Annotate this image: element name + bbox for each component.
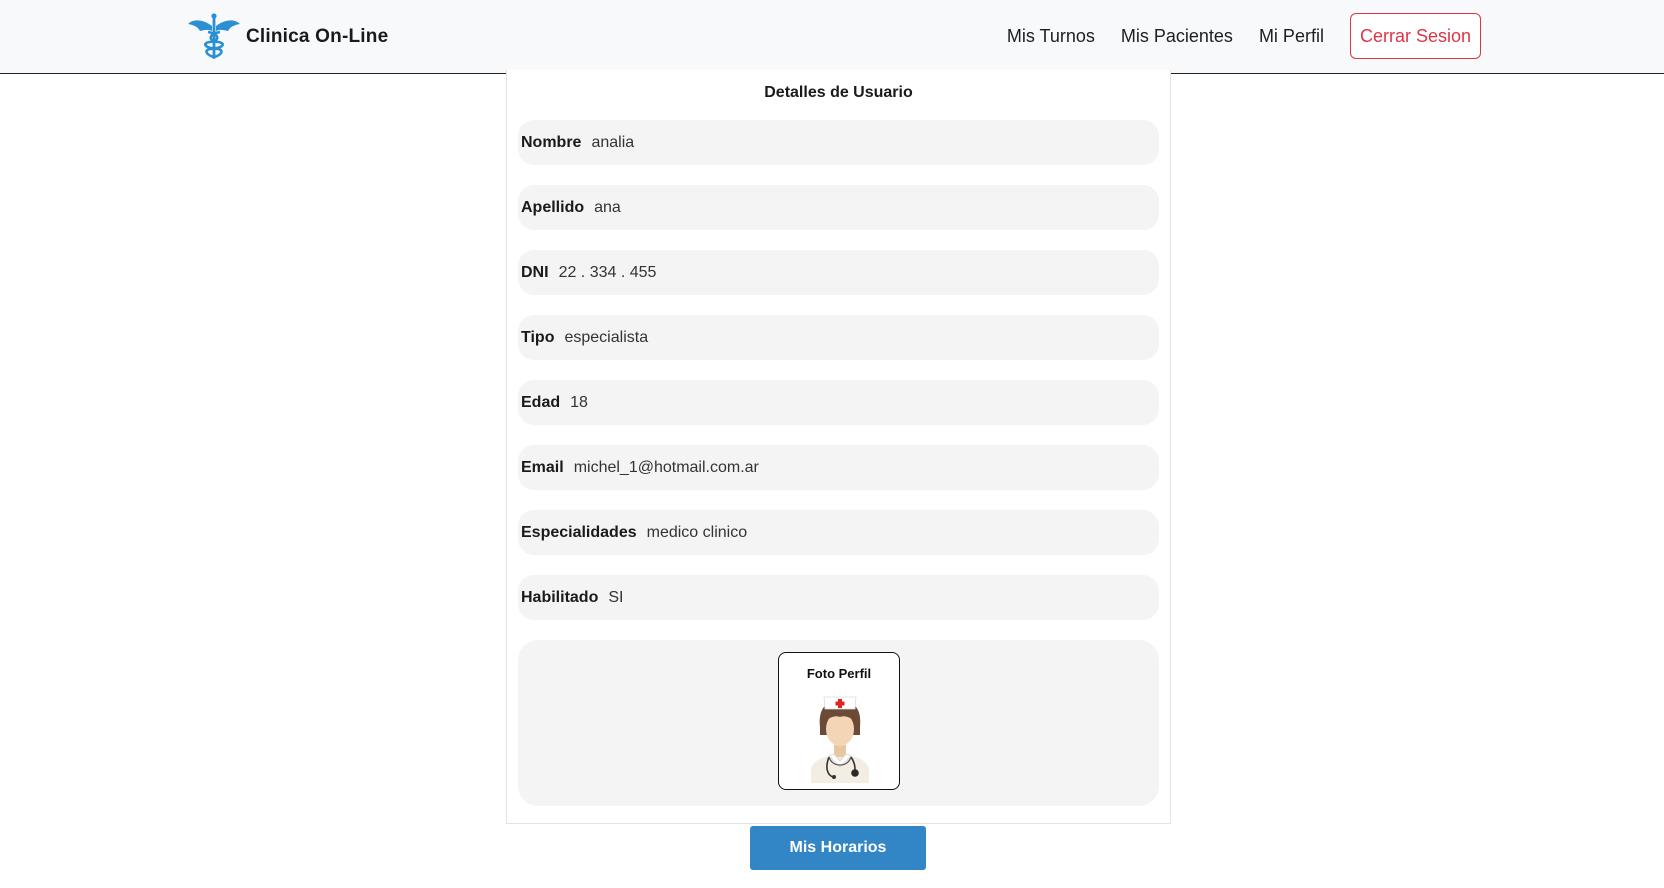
nav-link-mis-turnos[interactable]: Mis Turnos — [1007, 26, 1095, 47]
field-label: Nombre — [521, 133, 582, 151]
nav-link-mi-perfil[interactable]: Mi Perfil — [1259, 26, 1324, 47]
field-value: michel_1@hotmail.com.ar — [573, 458, 759, 476]
user-details-card: Detalles de Usuario Nombre analia Apelli… — [506, 70, 1171, 824]
field-apellido: Apellido ana — [518, 185, 1159, 230]
nav-links: Mis Turnos Mis Pacientes Mi Perfil Cerra… — [1007, 13, 1481, 59]
field-value: 18 — [570, 393, 588, 411]
brand-name: Clinica On-Line — [246, 26, 389, 47]
field-especialidades: Especialidades medico clinico — [518, 510, 1159, 555]
photo-title: Foto Perfil — [806, 666, 872, 681]
field-value: analia — [591, 133, 635, 151]
mis-horarios-button[interactable]: Mis Horarios — [750, 826, 926, 870]
field-tipo: Tipo especialista — [518, 315, 1159, 360]
field-label: Habilitado — [521, 588, 599, 606]
field-label: Tipo — [521, 328, 555, 346]
profile-photo-frame: Foto Perfil — [778, 652, 900, 790]
logout-button[interactable]: Cerrar Sesion — [1349, 13, 1481, 59]
field-label: DNI — [521, 263, 549, 281]
field-value: especialista — [564, 328, 649, 346]
field-label: Edad — [521, 393, 561, 411]
field-habilitado: Habilitado SI — [518, 575, 1159, 620]
brand[interactable]: Clinica On-Line — [188, 12, 388, 62]
caduceus-icon — [188, 13, 240, 59]
field-label: Email — [521, 458, 564, 476]
card-title: Detalles de Usuario — [764, 84, 913, 101]
nurse-avatar-icon — [811, 696, 869, 783]
field-dni: DNI 22 . 334 . 455 — [518, 250, 1159, 295]
field-value: 22 . 334 . 455 — [558, 263, 657, 281]
field-value: SI — [608, 588, 624, 606]
profile-photo-section: Foto Perfil — [518, 640, 1159, 806]
field-value: ana — [594, 198, 621, 216]
field-label: Especialidades — [521, 523, 637, 541]
field-label: Apellido — [521, 198, 585, 216]
field-nombre: Nombre analia — [518, 120, 1159, 165]
field-edad: Edad 18 — [518, 380, 1159, 425]
field-email: Email michel_1@hotmail.com.ar — [518, 445, 1159, 490]
field-value: medico clinico — [646, 523, 748, 541]
nav-link-mis-pacientes[interactable]: Mis Pacientes — [1121, 26, 1233, 47]
top-navbar: Clinica On-Line Mis Turnos Mis Pacientes… — [0, 0, 1664, 74]
